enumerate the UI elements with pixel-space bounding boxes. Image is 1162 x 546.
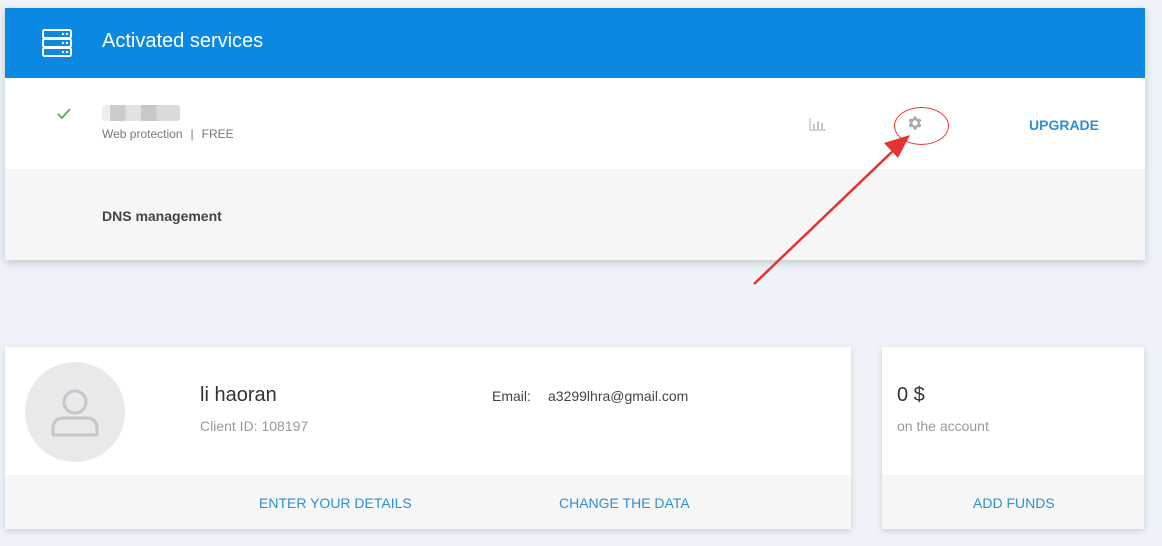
user-icon xyxy=(51,389,99,437)
server-icon xyxy=(42,29,72,57)
bar-chart-icon[interactable] xyxy=(809,117,827,131)
profile-card: li haoran Client ID: 108197 Email: a3299… xyxy=(5,347,851,529)
email-value: a3299lhra@gmail.com xyxy=(548,388,689,404)
balance-card: 0 $ on the account ADD FUNDS xyxy=(882,347,1144,529)
profile-name: li haoran xyxy=(200,384,277,406)
service-row: Web protection | FREE UPGRADE xyxy=(5,78,1145,170)
dns-management-row[interactable]: DNS management xyxy=(5,169,1145,260)
change-data-button[interactable]: CHANGE THE DATA xyxy=(559,495,690,511)
balance-actions: ADD FUNDS xyxy=(882,475,1144,529)
blurred-domain-name xyxy=(102,105,180,121)
upgrade-button[interactable]: UPGRADE xyxy=(1029,117,1099,133)
activated-services-card: Activated services Web protection | FREE U… xyxy=(5,8,1145,260)
gear-icon[interactable] xyxy=(906,114,924,132)
email-label: Email: xyxy=(492,388,531,404)
service-plan: FREE xyxy=(201,127,234,141)
service-meta: Web protection | FREE xyxy=(102,127,234,141)
check-icon xyxy=(57,108,71,120)
services-title: Activated services xyxy=(102,30,264,52)
service-type: Web protection xyxy=(102,127,183,141)
balance-amount: 0 $ xyxy=(897,384,925,406)
avatar xyxy=(25,362,125,462)
dns-management-label: DNS management xyxy=(102,208,222,224)
add-funds-button[interactable]: ADD FUNDS xyxy=(973,495,1055,511)
meta-separator: | xyxy=(190,127,194,141)
balance-subtitle: on the account xyxy=(897,418,989,434)
enter-details-button[interactable]: ENTER YOUR DETAILS xyxy=(259,495,412,511)
profile-actions: ENTER YOUR DETAILS CHANGE THE DATA xyxy=(5,475,851,529)
services-header: Activated services xyxy=(5,8,1145,78)
client-id: Client ID: 108197 xyxy=(200,418,309,434)
